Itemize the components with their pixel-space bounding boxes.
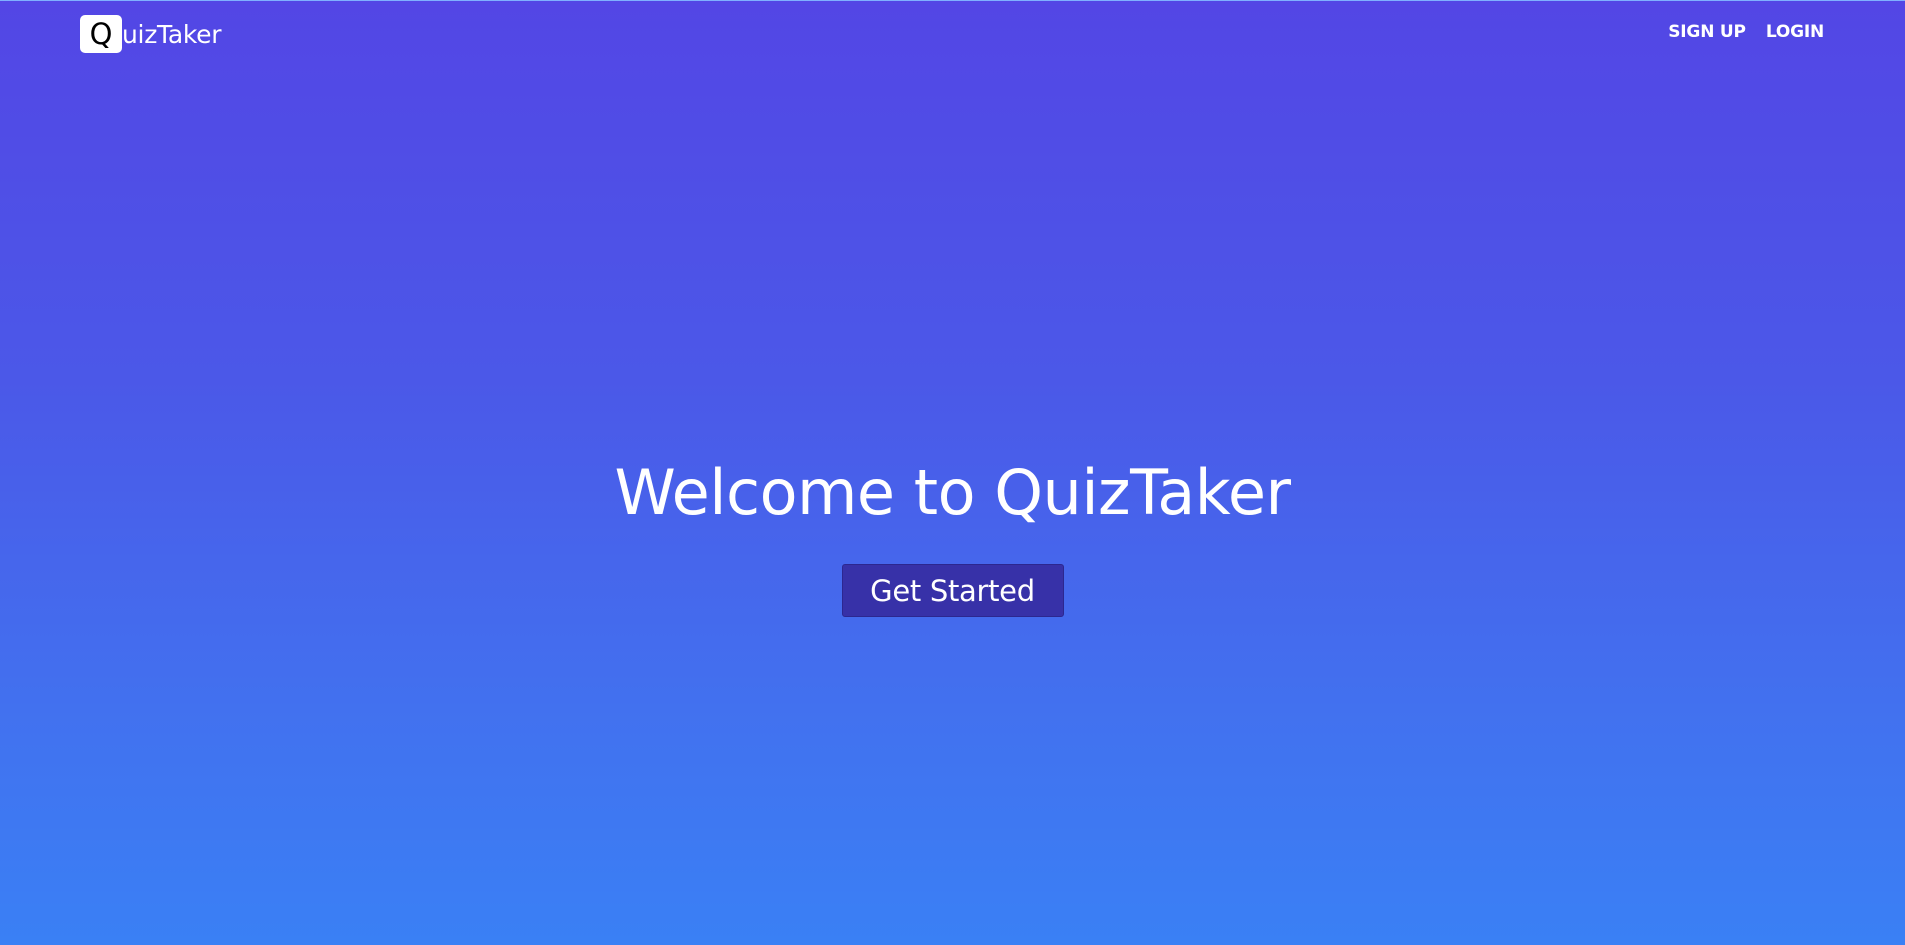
hero-section: Welcome to QuizTaker Get Started — [0, 455, 1905, 617]
get-started-button[interactable]: Get Started — [841, 564, 1064, 617]
login-link[interactable]: LOGIN — [1766, 22, 1824, 42]
signup-link[interactable]: SIGN UP — [1668, 22, 1746, 42]
logo-letter-box: Q — [80, 15, 122, 53]
logo-text: uizTaker — [122, 19, 222, 49]
brand-logo-link[interactable]: Q uizTaker — [80, 15, 222, 53]
hero-title: Welcome to QuizTaker — [614, 456, 1291, 529]
navbar: Q uizTaker SIGN UP LOGIN — [0, 0, 1905, 66]
nav-links: SIGN UP LOGIN — [1668, 22, 1824, 42]
